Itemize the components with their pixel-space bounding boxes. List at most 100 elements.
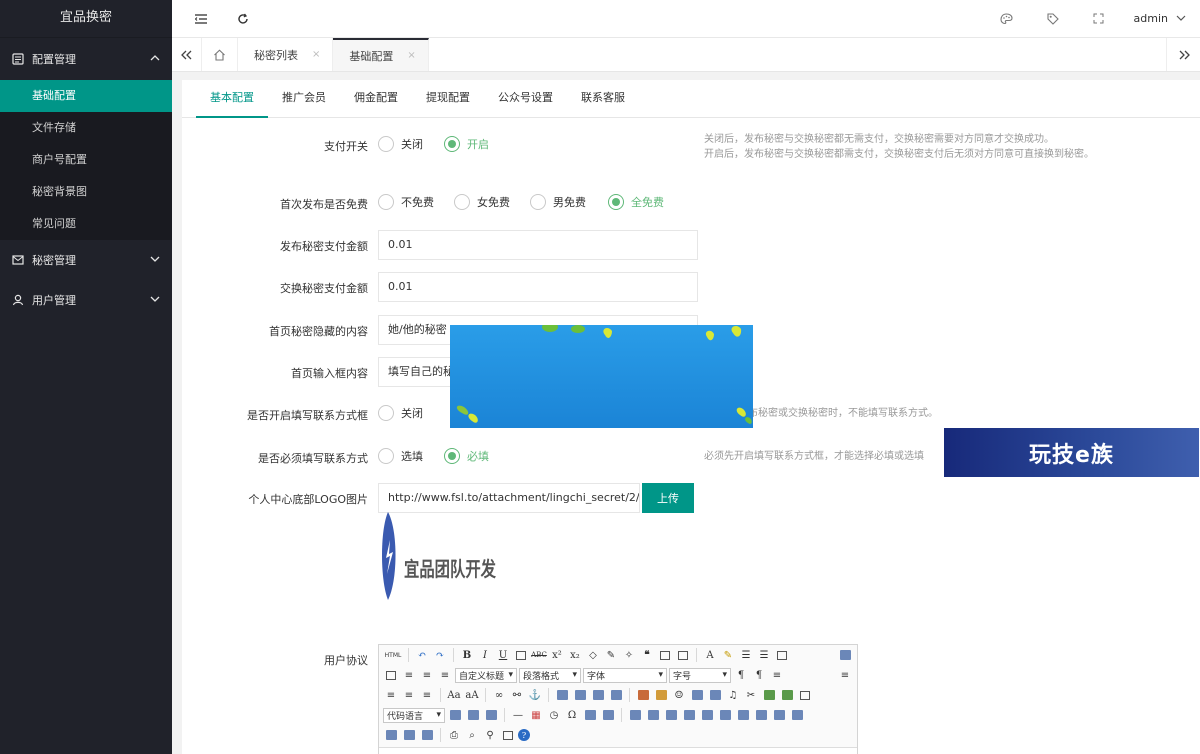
case-upper-icon[interactable]: Aa (446, 687, 462, 703)
image-left-icon[interactable] (572, 687, 588, 703)
sidebar-item-faq[interactable]: 常见问题 (0, 208, 172, 240)
redo-icon[interactable]: ↷ (432, 647, 448, 663)
delete-row-icon[interactable] (699, 707, 715, 723)
close-icon[interactable]: × (312, 49, 320, 60)
special-chars-icon[interactable]: Ω (564, 707, 580, 723)
tab-official-account[interactable]: 公众号设置 (484, 80, 567, 117)
draft-icon[interactable] (500, 727, 516, 743)
anchor-icon[interactable]: ⚓ (527, 687, 543, 703)
tab-withdraw[interactable]: 提现配置 (412, 80, 484, 117)
align-center-icon[interactable]: ≡ (401, 687, 417, 703)
radio-pay-off[interactable]: 关闭 (378, 136, 423, 152)
tab-secret-list[interactable]: 秘密列表 × (238, 38, 334, 71)
split-rows-icon[interactable] (401, 727, 417, 743)
sidebar-item-file-storage[interactable]: 文件存储 (0, 112, 172, 144)
auto-format-icon[interactable]: ✧ (621, 647, 637, 663)
blockquote-icon[interactable]: ❝ (639, 647, 655, 663)
highlight-icon[interactable]: ✎ (720, 647, 736, 663)
tab-commission[interactable]: 佣金配置 (340, 80, 412, 117)
insert-row-icon[interactable] (681, 707, 697, 723)
image-center-icon[interactable] (608, 687, 624, 703)
insert-video-icon[interactable] (707, 687, 723, 703)
exchange-fee-input[interactable]: 0.01 (378, 272, 698, 302)
theme-icon[interactable] (984, 0, 1030, 38)
page-break-icon[interactable] (447, 707, 463, 723)
split-cells-icon[interactable] (383, 727, 399, 743)
time-icon[interactable]: ◷ (546, 707, 562, 723)
sidebar-item-basic-config[interactable]: 基础配置 (0, 80, 172, 112)
rich-text-editor[interactable]: HTML ↶ ↷ B I U ABC x² x₂ ◇ ✎ ✧ ❝ A ✎ ☰ ☰ (378, 644, 858, 754)
insert-image-icon[interactable] (653, 687, 669, 703)
publish-fee-input[interactable]: 0.01 (378, 230, 698, 260)
insert-paragraph-icon[interactable] (663, 707, 679, 723)
print-icon[interactable]: ⎙ (446, 727, 462, 743)
fullscreen-icon[interactable] (1076, 0, 1122, 38)
justify-icon[interactable]: ≡ (837, 667, 853, 683)
bold-icon[interactable]: B (459, 647, 475, 663)
help-icon[interactable]: ? (518, 729, 530, 741)
image-none-icon[interactable] (554, 687, 570, 703)
align-right-icon[interactable]: ≡ (419, 687, 435, 703)
link-icon[interactable]: ∞ (491, 687, 507, 703)
tag-icon[interactable] (1030, 0, 1076, 38)
music-icon[interactable]: ♫ (725, 687, 741, 703)
radio-not-free[interactable]: 不免费 (378, 194, 434, 210)
sidebar-group-secrets[interactable]: 秘密管理 (0, 240, 172, 280)
ordered-list-icon[interactable]: ☰ (738, 647, 754, 663)
tab-basic-config[interactable]: 基础配置 × (333, 38, 429, 71)
strikethrough-icon[interactable]: ABC (531, 647, 547, 663)
date-icon[interactable]: ▦ (528, 707, 544, 723)
insert-frame-icon[interactable] (797, 687, 813, 703)
select-all-icon[interactable] (675, 647, 691, 663)
row-spacing-top-icon[interactable]: ≡ (401, 667, 417, 683)
user-menu[interactable]: admin (1122, 12, 1200, 25)
font-border-icon[interactable] (513, 647, 529, 663)
font-color-icon[interactable]: A (702, 647, 718, 663)
undo-icon[interactable]: ↶ (414, 647, 430, 663)
insert-table-icon[interactable] (627, 707, 643, 723)
sidebar-item-merchant-config[interactable]: 商户号配置 (0, 144, 172, 176)
template-icon[interactable] (465, 707, 481, 723)
map-icon[interactable] (761, 687, 777, 703)
indent-icon[interactable]: ≡ (769, 667, 785, 683)
subscript-icon[interactable]: x₂ (567, 647, 583, 663)
unordered-list-icon[interactable]: ☰ (756, 647, 772, 663)
search-replace-icon[interactable]: ⚲ (482, 727, 498, 743)
unlink-icon[interactable]: ⚯ (509, 687, 525, 703)
case-lower-icon[interactable]: aA (464, 687, 480, 703)
merge-down-icon[interactable] (789, 707, 805, 723)
editor-content-area[interactable] (379, 747, 857, 754)
radio-all-free[interactable]: 全免费 (608, 194, 664, 210)
eraser-icon[interactable]: ◇ (585, 647, 601, 663)
tab-promote-member[interactable]: 推广会员 (268, 80, 340, 117)
radio-required[interactable]: 必填 (444, 448, 489, 464)
radio-male-free[interactable]: 男免费 (530, 194, 586, 210)
sidebar-item-secret-background[interactable]: 秘密背景图 (0, 176, 172, 208)
font-family-select[interactable]: 字体 ▾ (583, 667, 667, 683)
code-language-select[interactable]: 代码语言 ▾ (383, 707, 445, 723)
snapscreen-icon[interactable] (600, 707, 616, 723)
merge-cells-icon[interactable] (753, 707, 769, 723)
logo-url-input[interactable]: http://www.fsl.to/attachment/lingchi_sec… (378, 483, 640, 513)
html-source-button[interactable]: HTML (383, 647, 403, 663)
menu-toggle-icon[interactable] (186, 0, 216, 38)
select-all-box-icon[interactable] (774, 647, 790, 663)
preview-doc-icon[interactable]: ⌕ (464, 727, 480, 743)
wordimage-icon[interactable] (582, 707, 598, 723)
merge-right-icon[interactable] (771, 707, 787, 723)
ltr-icon[interactable]: ¶ (733, 667, 749, 683)
sidebar-group-users[interactable]: 用户管理 (0, 280, 172, 320)
tabs-scroll-right-icon[interactable] (1166, 38, 1200, 71)
paragraph-format-select[interactable]: 段落格式 ▾ (519, 667, 581, 683)
radio-optional[interactable]: 选填 (378, 448, 423, 464)
simple-upload-icon[interactable] (635, 687, 651, 703)
custom-heading-select[interactable]: 自定义标题 ▾ (455, 667, 517, 683)
clear-doc-icon[interactable] (383, 667, 399, 683)
scrawl-icon[interactable] (689, 687, 705, 703)
radio-female-free[interactable]: 女免费 (454, 194, 510, 210)
split-cols-icon[interactable] (419, 727, 435, 743)
insert-col-icon[interactable] (717, 707, 733, 723)
underline-icon[interactable]: U (495, 647, 511, 663)
italic-icon[interactable]: I (477, 647, 493, 663)
emotion-icon[interactable]: ☺ (671, 687, 687, 703)
